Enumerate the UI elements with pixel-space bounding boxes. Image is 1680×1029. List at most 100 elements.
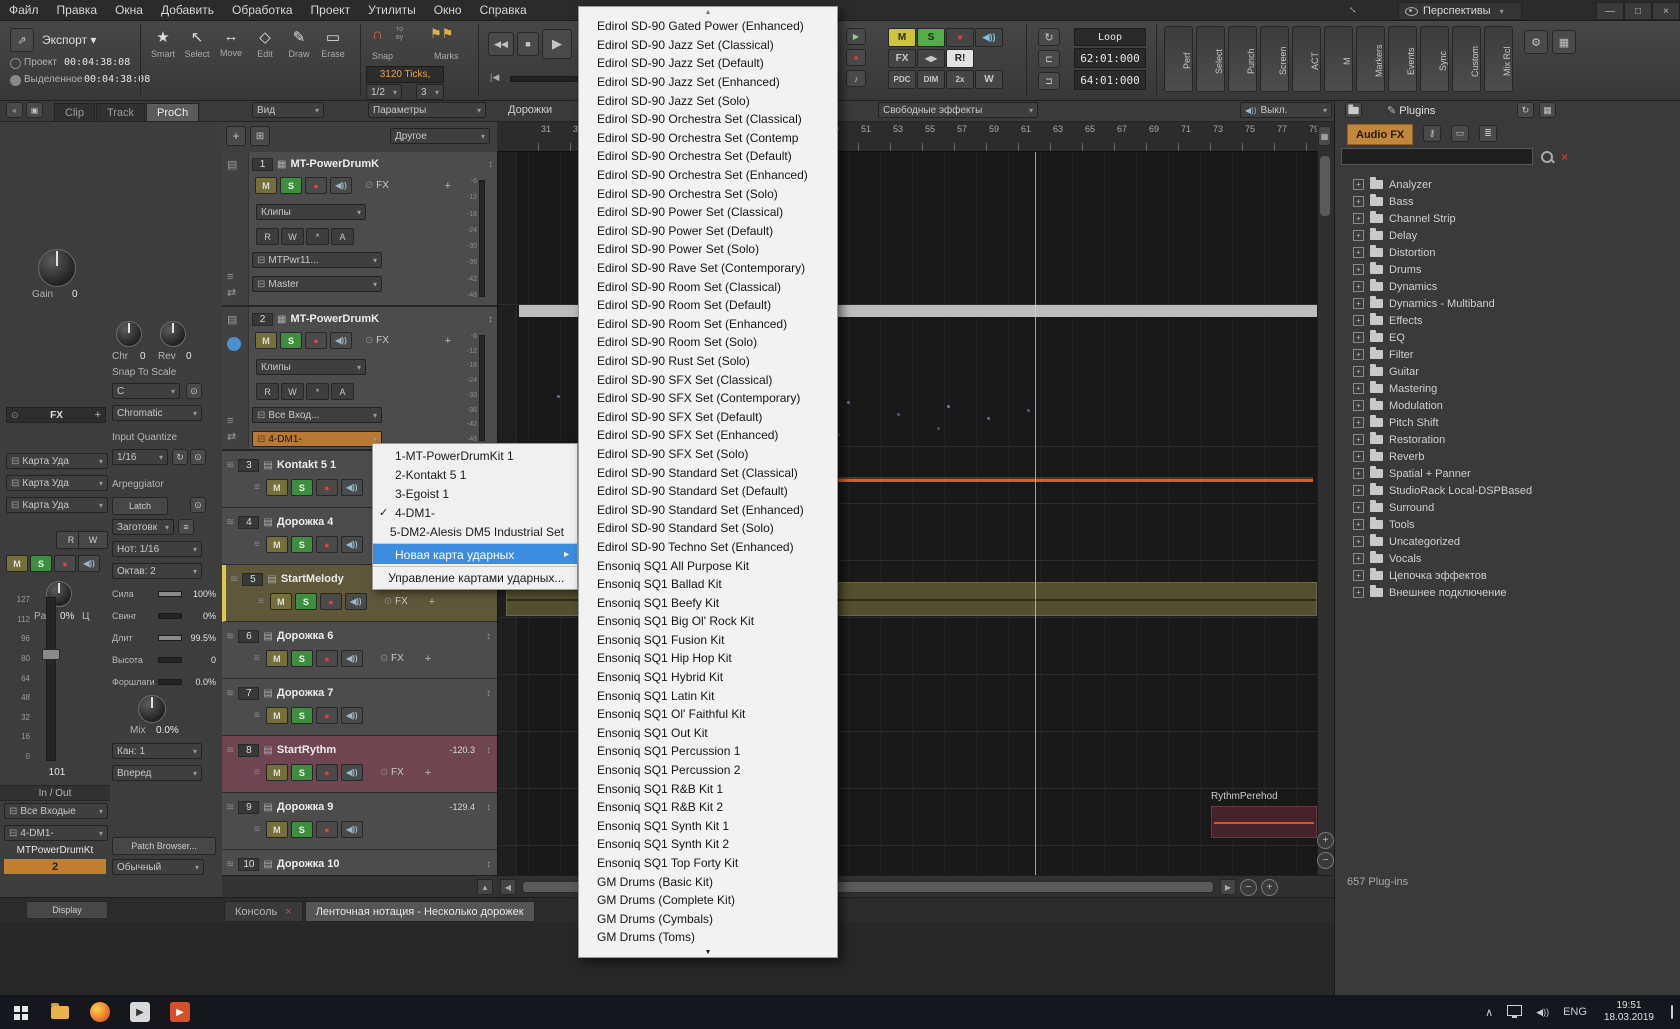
solo-button[interactable]: S	[290, 479, 313, 496]
mute-button[interactable]: M	[265, 536, 288, 553]
plugin-category[interactable]: + Surround	[1335, 499, 1680, 516]
lane-menu-icon[interactable]: ≡	[254, 824, 260, 835]
mix-knob[interactable]	[138, 695, 166, 723]
solo-button[interactable]: S	[290, 536, 313, 553]
drum-map-menu-item[interactable]: Edirol SD-90 Standard Set (Solo)	[579, 519, 837, 538]
perspectives-dropdown[interactable]: Перспективы ▾	[1398, 2, 1522, 20]
media-folder-icon[interactable]	[1345, 102, 1362, 118]
expand-plus-icon[interactable]: +	[1353, 179, 1364, 190]
input-dropdown[interactable]: ⊟ Все Вход...	[252, 407, 382, 423]
input-echo-button[interactable]: ◀))	[340, 821, 363, 838]
close-button[interactable]: ×	[1652, 2, 1680, 20]
automation-button[interactable]: *	[306, 228, 329, 245]
expand-icon[interactable]: ↕	[486, 631, 491, 642]
automation-button[interactable]: R	[256, 383, 279, 400]
automation-button[interactable]: W	[281, 228, 304, 245]
drum-map-menu-item[interactable]: Edirol SD-90 Room Set (Solo)	[579, 333, 837, 352]
dock-icon[interactable]: ▣	[26, 102, 43, 118]
solo-button[interactable]: S	[280, 332, 302, 349]
drum-map-dropdown[interactable]: ⊟ Карта Уда	[6, 475, 108, 491]
file-explorer-icon[interactable]	[40, 997, 80, 1027]
monitor-icon[interactable]: ▭	[1451, 125, 1469, 142]
solo-button[interactable]: S	[290, 764, 313, 781]
dock-tab[interactable]: Ленточная нотация - Несколько дорожек	[304, 901, 535, 922]
app-icon-2[interactable]: ▶	[160, 997, 200, 1027]
io-toggle-button[interactable]: ◀▶	[917, 49, 945, 68]
drum-map-dropdown[interactable]: ⊟ Карта Уда	[6, 497, 108, 513]
track-row[interactable]: ▤ ≡ ⇄ 2 ▦ MT-PowerDrumK ↕ M S ● ◀)) FX +…	[222, 307, 497, 451]
arp-note-dropdown[interactable]: Нот: 1/16	[112, 541, 202, 557]
drum-map-menu-item[interactable]: Edirol SD-90 Standard Set (Default)	[579, 482, 837, 501]
expand-plus-icon[interactable]: +	[1353, 434, 1364, 445]
language-indicator[interactable]: ENG	[1563, 1006, 1587, 1018]
drum-map-menu-item[interactable]: Edirol SD-90 Jazz Set (Solo)	[579, 91, 837, 110]
drum-map-menu-item[interactable]: GM Drums (Complete Kit)	[579, 891, 837, 910]
global-record-button[interactable]: ●	[946, 28, 974, 47]
solo-button[interactable]: S	[280, 177, 302, 194]
zoom-out-icon[interactable]: −	[1240, 878, 1257, 896]
menu-item[interactable]: Справка	[471, 0, 536, 20]
expand-plus-icon[interactable]: +	[1353, 281, 1364, 292]
context-menu-item[interactable]: ✓ Новая карта ударных ▸	[373, 543, 577, 564]
expand-plus-icon[interactable]: +	[1353, 315, 1364, 326]
track-row[interactable]: ≋ 6 ▤ Дорожка 6 ↕ ≡ M S ● ◀)) ⊙ FX +	[222, 622, 497, 679]
module-toggle-button[interactable]: ACT	[1292, 26, 1321, 92]
plugin-category[interactable]: + StudioRack Local-DSPBased	[1335, 482, 1680, 499]
track-name[interactable]: Дорожка 6	[277, 630, 334, 642]
expand-plus-icon[interactable]: +	[1353, 247, 1364, 258]
expand-plus-icon[interactable]: +	[1353, 400, 1364, 411]
swap-icon[interactable]: ⇄	[227, 286, 236, 299]
drum-map-menu-item[interactable]: Edirol SD-90 Power Set (Default)	[579, 222, 837, 241]
tool-button[interactable]: ↔ Move	[214, 28, 248, 59]
context-menu-item[interactable]: ✓ 5-DM2-Alesis DM5 Industrial Set ▸	[373, 522, 577, 541]
solo-button[interactable]: S	[290, 650, 313, 667]
module-toggle-button[interactable]: Custom	[1452, 26, 1481, 92]
arp-preset-dropdown[interactable]: Заготовк	[112, 519, 174, 535]
drag-handle-icon[interactable]: ≋	[226, 460, 234, 471]
input-echo-icon[interactable]: ◀))	[975, 28, 1003, 47]
module-toggle-button[interactable]: Sync	[1420, 26, 1449, 92]
lane-menu-icon[interactable]: ≡	[254, 539, 260, 550]
tool-button[interactable]: ↖ Select	[180, 28, 214, 59]
monitor-icon[interactable]: ▤	[227, 158, 237, 171]
track-row[interactable]: ▤ ≡ ⇄ 1 ▦ MT-PowerDrumK ↕ M S ● ◀)) FX +…	[222, 152, 497, 307]
record-automation-button[interactable]: R!	[946, 49, 974, 68]
record-arm-button[interactable]: ●	[315, 764, 338, 781]
plugin-category[interactable]: + Tools	[1335, 516, 1680, 533]
track-row[interactable]: ≋ 8 ▤ StartRythm -120.3 ↕ ≡ M S ● ◀)) ⊙ …	[222, 736, 497, 793]
plugin-category[interactable]: + Filter	[1335, 346, 1680, 363]
track-name[interactable]: Дорожка 9	[277, 801, 334, 813]
expand-plus-icon[interactable]: +	[1353, 196, 1364, 207]
write-automation-button[interactable]: W	[78, 531, 108, 549]
plugin-search-input[interactable]	[1341, 148, 1533, 165]
add-fx-button[interactable]: +	[445, 335, 451, 347]
scale-name-dropdown[interactable]: Chromatic	[112, 405, 202, 421]
drum-map-menu-item[interactable]: Ensoniq SQ1 R&B Kit 2	[579, 798, 837, 817]
automation-button[interactable]: A	[331, 383, 354, 400]
lane-menu-icon[interactable]: ≡	[254, 653, 260, 664]
start-button[interactable]	[0, 997, 40, 1027]
menu-item[interactable]: Правка	[48, 0, 107, 20]
scroll-right-icon[interactable]: ▶	[1220, 879, 1236, 895]
clips-dropdown[interactable]: Клипы	[256, 204, 366, 220]
expand-plus-icon[interactable]: +	[1353, 417, 1364, 428]
plugin-category[interactable]: + EQ	[1335, 329, 1680, 346]
lane-menu-icon[interactable]: ≡	[254, 710, 260, 721]
add-fx-icon[interactable]: +	[95, 409, 101, 421]
power-icon[interactable]: ⊙	[11, 410, 19, 421]
instrument-slot[interactable]: 2	[4, 859, 106, 874]
track-name[interactable]: Дорожка 4	[277, 516, 334, 528]
input-dropdown[interactable]: ⊟ Все Входые	[4, 803, 108, 819]
plugin-category[interactable]: + Vocals	[1335, 550, 1680, 567]
solo-button[interactable]: S	[294, 593, 317, 610]
display-tray-icon[interactable]	[1507, 1005, 1523, 1019]
drum-map-menu-item[interactable]: Ensoniq SQ1 Fusion Kit	[579, 631, 837, 650]
expand-icon[interactable]: ↕	[486, 745, 491, 756]
notification-center-icon[interactable]	[1671, 1005, 1673, 1019]
plugin-category[interactable]: + Spatial + Panner	[1335, 465, 1680, 482]
slider-track[interactable]	[158, 657, 182, 663]
record-arm-button[interactable]: ●	[315, 479, 338, 496]
expand-plus-icon[interactable]: +	[1353, 349, 1364, 360]
clips-dropdown[interactable]: Клипы	[256, 359, 366, 375]
clear-search-icon[interactable]: ×	[1561, 150, 1568, 164]
